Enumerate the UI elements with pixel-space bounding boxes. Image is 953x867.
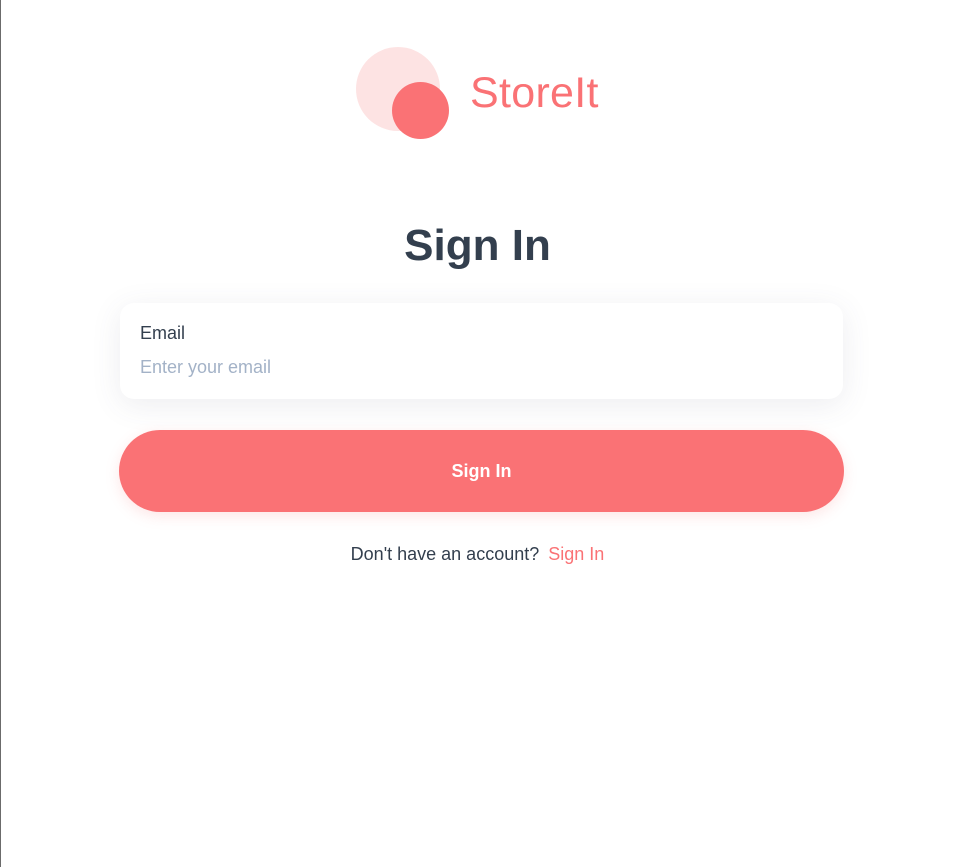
email-field-card: Email xyxy=(120,303,843,399)
signup-prompt: Don't have an account? Sign In xyxy=(1,541,953,567)
auth-page: StoreIt Sign In Email Sign In Don't have… xyxy=(0,0,953,867)
logo-circle-small xyxy=(392,82,449,139)
sign-in-link[interactable]: Sign In xyxy=(548,544,604,564)
email-input[interactable] xyxy=(140,355,823,379)
sign-in-button[interactable]: Sign In xyxy=(119,430,844,512)
email-label: Email xyxy=(140,323,186,343)
logo-circles-icon xyxy=(356,47,451,142)
page-title: Sign In xyxy=(404,221,551,270)
brand-logo: StoreIt xyxy=(356,47,598,142)
signup-prompt-text: Don't have an account? xyxy=(350,544,540,564)
brand-name: StoreIt xyxy=(470,69,599,117)
